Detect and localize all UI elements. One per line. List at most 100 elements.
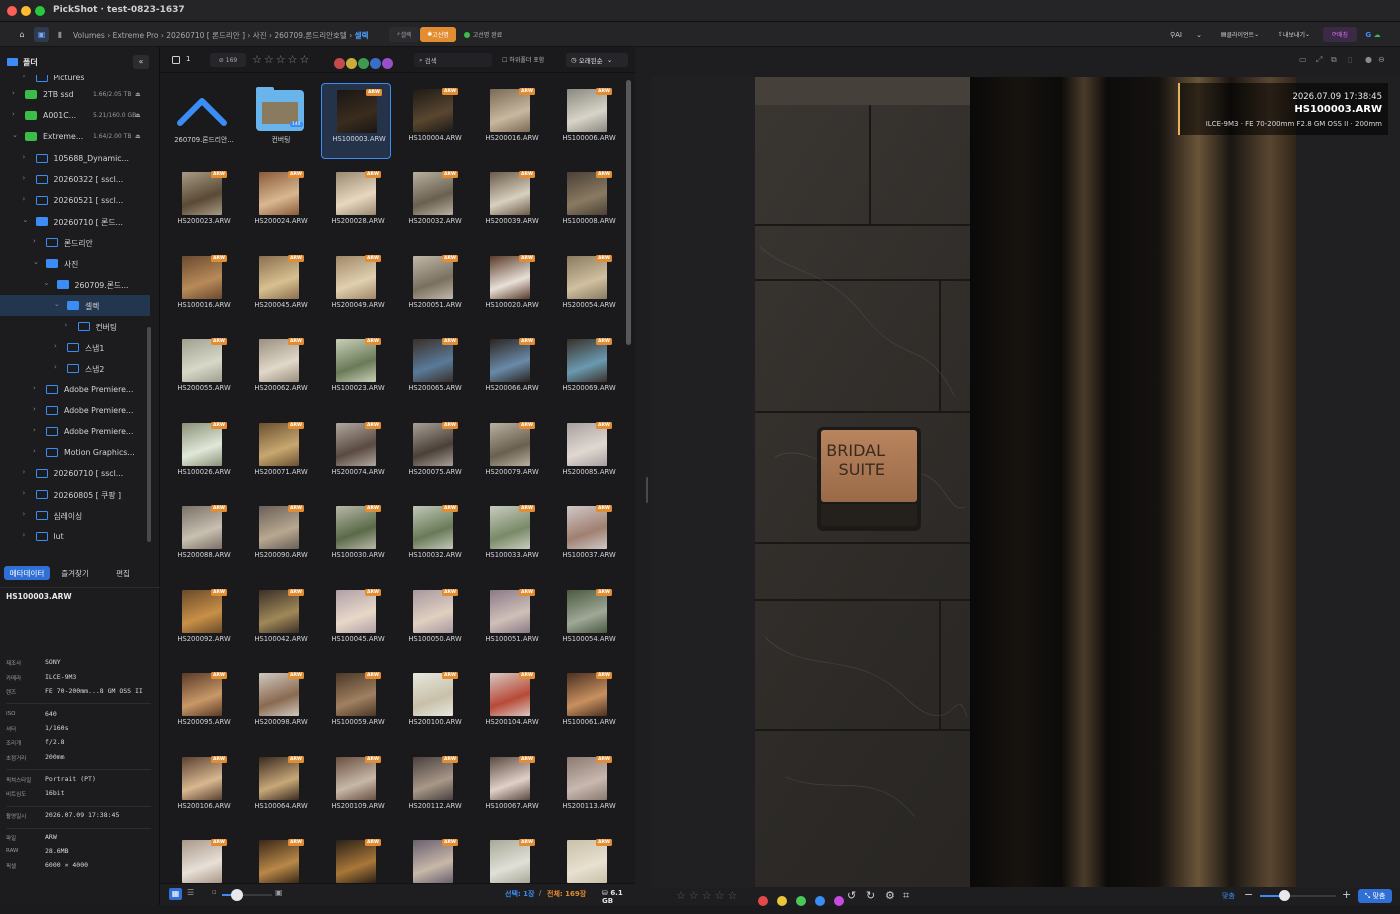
sidebar-item[interactable]: › Adobe Premiere... (0, 400, 150, 421)
thumbnail-item[interactable]: ARW HS200092.ARW (167, 584, 237, 664)
thumbnail-item[interactable]: ARW HS100033.ARW (475, 500, 545, 580)
tab-edit[interactable]: 편집 (100, 566, 146, 580)
thumbnail-item[interactable]: ARW HS200023.ARW (167, 166, 237, 246)
thumbnail-item[interactable]: ARW HS200028.ARW (321, 166, 391, 246)
chevron-right-icon[interactable]: › (23, 195, 26, 203)
sidebar-item[interactable]: › Motion Graphics... (0, 442, 150, 463)
thumbnail-item[interactable]: ARW HS100004.ARW (398, 83, 468, 163)
breadcrumb-item[interactable]: Volumes (73, 31, 105, 40)
thumbnail-item[interactable]: ARW HS100064.ARW (244, 751, 314, 831)
thumbnail-item[interactable]: ARW HS200088.ARW (167, 500, 237, 580)
list-view-button[interactable]: ☰ (187, 888, 194, 897)
sidebar-item[interactable]: › Adobe Premiere... (0, 379, 150, 400)
sidebar-item[interactable]: › 론드리안 (0, 232, 150, 253)
grid-view-button[interactable]: ▦ (169, 888, 182, 900)
layout-icon[interactable]: ▭ (1299, 55, 1307, 64)
chevron-right-icon[interactable]: › (23, 489, 26, 497)
client-button[interactable]: ▤ 클라이언트 ⌄ (1213, 27, 1267, 42)
sidebar-item[interactable]: › 2TB ssd 1.66/2.05 TB ⏏ (0, 84, 150, 105)
chevron-down-icon[interactable]: ⌄ (44, 279, 50, 287)
home-icon[interactable]: ⌂ (15, 27, 29, 42)
thumbnail-item[interactable]: ARW HS200075.ARW (398, 417, 468, 497)
record-icon[interactable]: ● (1365, 55, 1372, 64)
split-handle[interactable] (646, 477, 648, 503)
thumbnail-item[interactable]: ARW HS100051.ARW (475, 584, 545, 664)
thumbnail-item[interactable]: ARW HS200079.ARW (475, 417, 545, 497)
thumbnail-item[interactable]: ARW HS200100.ARW (398, 667, 468, 747)
thumbnail-item[interactable]: ARW HS200104.ARW (475, 667, 545, 747)
chevron-down-icon[interactable]: ⌄ (33, 258, 39, 266)
fit-button[interactable]: ⤡ 맞춤 (1358, 889, 1392, 903)
thumbnail-item[interactable]: ARW HS200016.ARW (475, 83, 545, 163)
collapse-sidebar-button[interactable]: « (133, 55, 149, 69)
thumbnail-item[interactable]: ARW HS100023.ARW (321, 333, 391, 413)
compare-icon[interactable]: ⧉ (1331, 55, 1337, 65)
thumbnail-item[interactable]: ARW HS200062.ARW (244, 333, 314, 413)
sidebar-item[interactable]: › 스냅2 (0, 358, 150, 379)
zoom-window-button[interactable] (35, 6, 45, 16)
star-rating-filter[interactable]: ☆☆☆☆☆ (252, 53, 311, 66)
crop-icon[interactable]: ⌗ (903, 889, 909, 903)
chevron-down-icon[interactable]: ⌄ (1194, 27, 1204, 42)
thumbnail-item[interactable]: ARW HS100059.ARW (321, 667, 391, 747)
thumbnail-item[interactable]: ARW HS100003.ARW (321, 83, 391, 159)
thumbnail-item[interactable]: ARW HS200049.ARW (321, 250, 391, 330)
thumbnail-item[interactable]: ARW HS200085.ARW (552, 417, 622, 497)
sidebar-item[interactable]: › 105688_Dynamic... (0, 148, 150, 169)
thumbnail-item[interactable]: ARW HS100030.ARW (321, 500, 391, 580)
thumbnail-item[interactable]: ARW HS200066.ARW (475, 333, 545, 413)
chevron-right-icon[interactable]: › (65, 321, 68, 329)
thumbnail-item[interactable]: ARW HS200071.ARW (244, 417, 314, 497)
close-window-button[interactable] (7, 6, 17, 16)
chevron-right-icon[interactable]: › (12, 110, 15, 118)
chevron-right-icon[interactable]: › (23, 531, 26, 539)
thumbnail-item[interactable]: ARW HS200074.ARW (321, 417, 391, 497)
chevron-right-icon[interactable]: › (33, 384, 36, 392)
sidebar-item[interactable]: › A001C... 5.21/160.0 GB ⏏ (0, 105, 150, 126)
thumbnail-item[interactable]: ARW HS100054.ARW (552, 584, 622, 664)
search-input[interactable]: ⌕ 검색 (414, 53, 492, 67)
chevron-right-icon[interactable]: › (23, 75, 26, 80)
thumbnail-item[interactable]: ARW HS200109.ARW (321, 751, 391, 831)
thumbnail-item[interactable]: ARW HS100020.ARW (475, 250, 545, 330)
chevron-right-icon[interactable]: › (23, 153, 26, 161)
sidebar-item[interactable]: › 20260521 [ sscl... (0, 190, 150, 211)
zoom-handle[interactable] (1279, 890, 1290, 901)
eject-icon[interactable]: ⏏ (135, 91, 141, 98)
thumbnail-item[interactable]: ARW HS100042.ARW (244, 584, 314, 664)
panel-icon[interactable]: ▯ (1348, 55, 1352, 64)
breadcrumb-item[interactable]: 260709.론드리안호텔 (274, 31, 346, 40)
thumbnail-item[interactable]: ARW HS100045.ARW (321, 584, 391, 664)
eject-icon[interactable]: ⏏ (135, 133, 141, 140)
thumbnail-item[interactable]: ARW HS200112.ARW (398, 751, 468, 831)
flag-filter-button[interactable]: ⊘ 169 (210, 53, 246, 67)
sidebar-item[interactable]: › 심레이싱 (0, 505, 150, 526)
breadcrumb-item[interactable]: Extreme Pro (113, 31, 159, 40)
chevron-right-icon[interactable]: › (23, 468, 26, 476)
sidebar-item[interactable]: ⌄ 셀렉 (0, 295, 150, 316)
fit-label[interactable]: 맞춤 (1222, 891, 1235, 901)
thumbnail-item[interactable]: ARW HS200039.ARW (475, 166, 545, 246)
sidebar-item[interactable]: › 컨버팅 (0, 316, 150, 337)
thumbnail-item[interactable]: ARW HS200113.ARW (552, 751, 622, 831)
rotate-left-icon[interactable]: ↺ (847, 889, 856, 902)
thumbnail-item[interactable]: ARW HS200055.ARW (167, 333, 237, 413)
sidebar-item[interactable]: › 20260710 [ sscl... (0, 463, 150, 484)
chevron-right-icon[interactable]: › (23, 174, 26, 182)
thumbnail-item[interactable]: ARW HS200051.ARW (398, 250, 468, 330)
account-button[interactable]: G ☁ (1362, 27, 1384, 42)
thumbnail-item[interactable]: ARW HS100037.ARW (552, 500, 622, 580)
sidebar-item[interactable]: › 20260322 [ sscl... (0, 169, 150, 190)
thumbnail-item[interactable]: 260709.론드리안... (167, 83, 237, 163)
thumbnail-item[interactable]: ARW HS200065.ARW (398, 333, 468, 413)
thumbnail-item[interactable]: ARW HS200054.ARW (552, 250, 622, 330)
color-green-dot[interactable] (358, 58, 369, 69)
ai-button[interactable]: ⚲ AI (1163, 27, 1189, 42)
color-yellow-dot[interactable] (346, 58, 357, 69)
chevron-right-icon[interactable]: › (33, 426, 36, 434)
sidebar-item[interactable]: › Adobe Premiere... (0, 421, 150, 442)
sidebar-item[interactable]: ⌄ 사진 (0, 253, 150, 274)
tab-favorites[interactable]: 즐겨찾기 (52, 566, 98, 580)
sync-button[interactable]: ⟳ 매칭 (1323, 27, 1357, 42)
chevron-right-icon[interactable]: › (54, 363, 57, 371)
